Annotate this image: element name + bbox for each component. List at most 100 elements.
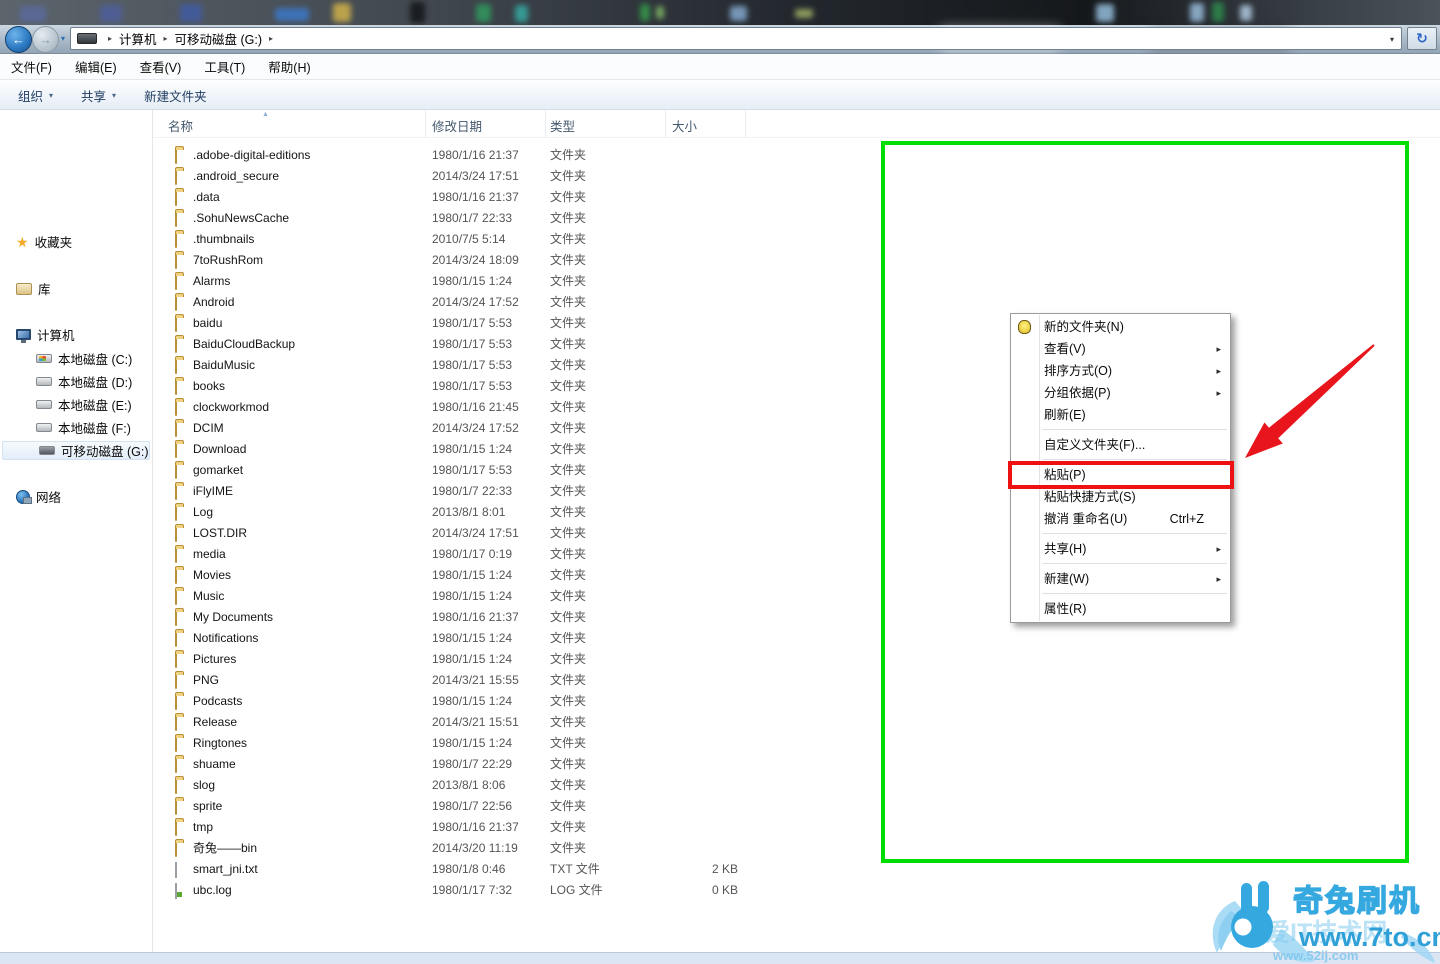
file-row[interactable]: Pictures 1980/1/15 1:24 文件夹 <box>153 649 1440 670</box>
file-row[interactable]: Podcasts 1980/1/15 1:24 文件夹 <box>153 691 1440 712</box>
file-row[interactable]: DCIM 2014/3/24 17:52 文件夹 <box>153 418 1440 439</box>
context-menu-item-new-folder[interactable]: 新的文件夹(N) <box>1011 316 1230 338</box>
file-row[interactable]: sprite 1980/1/7 22:56 文件夹 <box>153 796 1440 817</box>
file-row[interactable]: Android 2014/3/24 17:52 文件夹 <box>153 292 1440 313</box>
file-date: 1980/1/15 1:24 <box>432 736 513 750</box>
sidebar-item-removable-disk-g[interactable]: 可移动磁盘 (G:) <box>2 441 150 460</box>
file-row[interactable]: .android_secure 2014/3/24 17:51 文件夹 <box>153 166 1440 187</box>
toolbar-item-2[interactable]: 新建文件夹 <box>144 86 207 105</box>
column-divider[interactable] <box>545 110 546 137</box>
file-row[interactable]: Ringtones 1980/1/15 1:24 文件夹 <box>153 733 1440 754</box>
column-divider[interactable] <box>665 110 666 137</box>
file-row[interactable]: gomarket 1980/1/17 5:53 文件夹 <box>153 460 1440 481</box>
breadcrumb-chevron-icon[interactable]: ▸ <box>108 34 112 43</box>
refresh-button[interactable]: ↻ <box>1407 27 1437 50</box>
file-row[interactable]: LOST.DIR 2014/3/24 17:51 文件夹 <box>153 523 1440 544</box>
file-row[interactable]: clockworkmod 1980/1/16 21:45 文件夹 <box>153 397 1440 418</box>
context-menu-item-share[interactable]: 共享(H) ▸ <box>1011 538 1230 560</box>
context-menu-item-new[interactable]: 新建(W) ▸ <box>1011 568 1230 590</box>
file-row[interactable]: Download 1980/1/15 1:24 文件夹 <box>153 439 1440 460</box>
file-date: 2014/3/21 15:55 <box>432 673 519 687</box>
address-history-dropdown-icon[interactable]: ▾ <box>1390 35 1394 44</box>
file-size <box>625 733 738 754</box>
folder-icon <box>175 736 177 752</box>
file-size <box>625 628 738 649</box>
forward-button[interactable]: → <box>32 26 59 53</box>
file-row[interactable]: iFlyIME 1980/1/7 22:33 文件夹 <box>153 481 1440 502</box>
file-row[interactable]: Release 2014/3/21 15:51 文件夹 <box>153 712 1440 733</box>
file-row[interactable]: Movies 1980/1/15 1:24 文件夹 <box>153 565 1440 586</box>
file-row[interactable]: My Documents 1980/1/16 21:37 文件夹 <box>153 607 1440 628</box>
refresh-icon: ↻ <box>1416 30 1428 46</box>
sidebar-item-local-disk-d[interactable]: 本地磁盘 (D:) <box>0 372 150 391</box>
file-row[interactable]: ubc.log 1980/1/17 7:32 LOG 文件 0 KB <box>153 880 1440 901</box>
file-row[interactable]: BaiduCloudBackup 1980/1/17 5:53 文件夹 <box>153 334 1440 355</box>
file-row[interactable]: .data 1980/1/16 21:37 文件夹 <box>153 187 1440 208</box>
back-button[interactable]: ← <box>5 26 32 53</box>
menubar-item-4[interactable]: 帮助(H) <box>268 57 310 76</box>
file-row[interactable]: .thumbnails 2010/7/5 5:14 文件夹 <box>153 229 1440 250</box>
sidebar-item-local-disk-e[interactable]: 本地磁盘 (E:) <box>0 395 150 414</box>
context-menu-item-group-by[interactable]: 分组依据(P) ▸ <box>1011 382 1230 404</box>
context-menu-item-customize-folder[interactable]: 自定义文件夹(F)... <box>1011 434 1230 456</box>
column-header-date[interactable]: 修改日期 <box>432 116 482 135</box>
file-row[interactable]: .SohuNewsCache 1980/1/7 22:33 文件夹 <box>153 208 1440 229</box>
file-row[interactable]: Alarms 1980/1/15 1:24 文件夹 <box>153 271 1440 292</box>
file-size <box>625 460 738 481</box>
desktop-icon <box>515 5 528 22</box>
file-row[interactable]: smart_jni.txt 1980/1/8 0:46 TXT 文件 2 KB <box>153 859 1440 880</box>
file-row[interactable]: media 1980/1/17 0:19 文件夹 <box>153 544 1440 565</box>
sidebar-item-libraries[interactable]: 库 <box>0 279 150 298</box>
context-menu-item-properties[interactable]: 属性(R) <box>1011 598 1230 620</box>
file-date: 2014/3/24 17:52 <box>432 295 519 309</box>
context-menu-item-undo-rename[interactable]: 撤消 重命名(U) Ctrl+Z <box>1011 508 1230 530</box>
context-menu-item-refresh[interactable]: 刷新(E) <box>1011 404 1230 426</box>
column-header-name[interactable]: 名称 <box>168 116 193 135</box>
sidebar-item-local-disk-c[interactable]: 本地磁盘 (C:) <box>0 349 150 368</box>
file-row[interactable]: Music 1980/1/15 1:24 文件夹 <box>153 586 1440 607</box>
context-menu-item-view[interactable]: 查看(V) ▸ <box>1011 338 1230 360</box>
file-size <box>625 418 738 439</box>
context-menu-item-sort-by[interactable]: 排序方式(O) ▸ <box>1011 360 1230 382</box>
file-name: shuame <box>193 757 236 771</box>
txt-file-icon <box>175 862 177 878</box>
context-menu-item-paste[interactable]: 粘贴(P) <box>1011 464 1230 486</box>
file-row[interactable]: 奇兔——bin 2014/3/20 11:19 文件夹 <box>153 838 1440 859</box>
file-row[interactable]: slog 2013/8/1 8:06 文件夹 <box>153 775 1440 796</box>
file-name: slog <box>193 778 216 792</box>
file-row[interactable]: books 1980/1/17 5:53 文件夹 <box>153 376 1440 397</box>
file-row[interactable]: PNG 2014/3/21 15:55 文件夹 <box>153 670 1440 691</box>
sidebar-item-computer[interactable]: 计算机 <box>0 325 150 344</box>
breadcrumb-chevron-icon[interactable]: ▸ <box>164 34 168 43</box>
file-row[interactable]: shuame 1980/1/7 22:29 文件夹 <box>153 754 1440 775</box>
file-row[interactable]: 7toRushRom 2014/3/24 18:09 文件夹 <box>153 250 1440 271</box>
recent-pages-dropdown-icon[interactable]: ▾ <box>61 34 65 43</box>
sidebar-item-network[interactable]: 网络 <box>0 487 150 506</box>
menubar-item-1[interactable]: 编辑(E) <box>75 57 117 76</box>
file-date: 1980/1/17 0:19 <box>432 547 513 561</box>
column-header-type[interactable]: 类型 <box>550 116 575 135</box>
menubar-item-3[interactable]: 工具(T) <box>204 57 245 76</box>
file-row[interactable]: baidu 1980/1/17 5:53 文件夹 <box>153 313 1440 334</box>
sidebar-item-favorites[interactable]: ★ 收藏夹 <box>0 232 150 251</box>
file-row[interactable]: tmp 1980/1/16 21:37 文件夹 <box>153 817 1440 838</box>
file-row[interactable]: Log 2013/8/1 8:01 文件夹 <box>153 502 1440 523</box>
breadcrumb-computer[interactable]: 计算机 <box>119 29 157 48</box>
context-menu-item-label: 粘贴快捷方式(S) <box>1044 490 1136 504</box>
file-date: 2013/8/1 8:01 <box>432 505 506 519</box>
column-divider[interactable] <box>425 110 426 137</box>
address-bar[interactable]: ▸ 计算机 ▸ 可移动磁盘 (G:) ▸ <box>70 27 1402 50</box>
file-row[interactable]: .adobe-digital-editions 1980/1/16 21:37 文件… <box>153 145 1440 166</box>
context-menu-item-paste-shortcut[interactable]: 粘贴快捷方式(S) <box>1011 486 1230 508</box>
column-header-size[interactable]: 大小 <box>672 116 697 135</box>
menubar-item-2[interactable]: 查看(V) <box>140 57 182 76</box>
breadcrumb-chevron-icon[interactable]: ▸ <box>269 34 273 43</box>
toolbar-item-1[interactable]: 共享 ▾ <box>81 86 116 105</box>
column-divider[interactable] <box>745 110 746 137</box>
file-row[interactable]: BaiduMusic 1980/1/17 5:53 文件夹 <box>153 355 1440 376</box>
breadcrumb-removable-disk-g[interactable]: 可移动磁盘 (G:) <box>175 29 263 48</box>
menubar-item-0[interactable]: 文件(F) <box>11 57 52 76</box>
toolbar-item-0[interactable]: 组织 ▾ <box>18 86 53 105</box>
file-row[interactable]: Notifications 1980/1/15 1:24 文件夹 <box>153 628 1440 649</box>
sidebar-item-local-disk-f[interactable]: 本地磁盘 (F:) <box>0 418 150 437</box>
